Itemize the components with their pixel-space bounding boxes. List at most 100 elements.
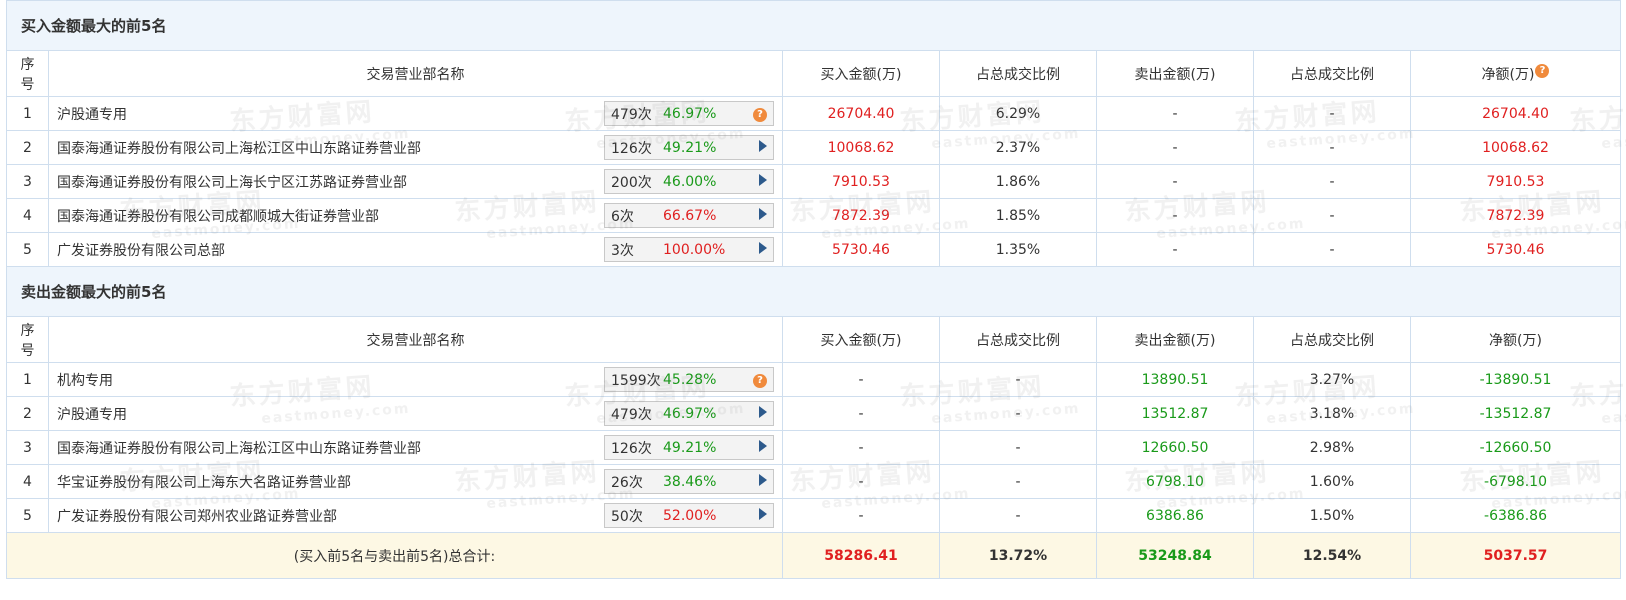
- branch-name[interactable]: 机构专用: [57, 370, 113, 390]
- branch-name[interactable]: 华宝证券股份有限公司上海东大名路证券营业部: [57, 472, 351, 492]
- header-sell-ratio: 占总成交比例: [1253, 50, 1411, 97]
- total-row: (买入前5名与卖出前5名)总合计: 58286.41 13.72% 53248.…: [6, 532, 1622, 579]
- header-sell-ratio: 占总成交比例: [1253, 316, 1411, 363]
- buy-section-title: 买入金额最大的前5名: [5, 0, 1622, 51]
- total-sell: 53248.84: [1096, 532, 1254, 579]
- branch-stats-badge[interactable]: 3次 100.00%: [604, 237, 774, 262]
- win-rate: 45.28%: [663, 371, 717, 388]
- total-net: 5037.57: [1409, 532, 1622, 579]
- branch-cell: 华宝证券股份有限公司上海东大名路证券营业部 26次 38.46%: [48, 464, 783, 499]
- header-name: 交易营业部名称: [48, 316, 783, 363]
- branch-name[interactable]: 国泰海通证券股份有限公司成都顺城大街证券营业部: [57, 206, 379, 226]
- question-icon[interactable]: ?: [1535, 63, 1550, 78]
- net-amount: 7872.39: [1409, 198, 1622, 233]
- badge-icon-wrap[interactable]: [759, 507, 767, 524]
- arrow-right-icon[interactable]: [759, 173, 767, 186]
- branch-stats-badge[interactable]: 126次 49.21%: [604, 135, 774, 160]
- badge-icon-wrap[interactable]: ?: [753, 105, 767, 122]
- branch-name[interactable]: 国泰海通证券股份有限公司上海松江区中山东路证券营业部: [57, 438, 421, 458]
- question-icon[interactable]: ?: [753, 374, 767, 388]
- header-name: 交易营业部名称: [48, 50, 783, 97]
- branch-stats-badge[interactable]: 26次 38.46%: [604, 469, 774, 494]
- sell-section: 卖出金额最大的前5名 序号 交易营业部名称 买入金额(万) 占总成交比例 卖出金…: [5, 266, 1622, 533]
- buy-amount: -: [782, 362, 940, 397]
- branch-stats-badge[interactable]: 479次 46.97%?: [604, 101, 774, 126]
- branch-stats-badge[interactable]: 1599次 45.28%?: [604, 367, 774, 392]
- badge-icon-wrap[interactable]: [759, 139, 767, 156]
- branch-stats-badge[interactable]: 200次 46.00%: [604, 169, 774, 194]
- sell-ratio: 1.50%: [1253, 498, 1411, 533]
- badge-icon-wrap[interactable]: [759, 241, 767, 258]
- arrow-right-icon[interactable]: [759, 405, 767, 418]
- row-no: 1: [6, 96, 49, 131]
- table-row: 4 国泰海通证券股份有限公司成都顺城大街证券营业部 6次 66.67% 7872.39 1…: [6, 198, 1622, 233]
- branch-name[interactable]: 广发证券股份有限公司总部: [57, 240, 225, 260]
- badge-icon-wrap[interactable]: [759, 439, 767, 456]
- trade-count: 50次: [611, 508, 643, 525]
- branch-name[interactable]: 广发证券股份有限公司郑州农业路证券营业部: [57, 506, 337, 526]
- table-row: 2 沪股通专用 479次 46.97% - -13512.87 3.18% -13512.87: [6, 396, 1622, 431]
- buy-amount: -: [782, 430, 940, 465]
- badge-icon-wrap[interactable]: [759, 207, 767, 224]
- badge-icon-wrap[interactable]: ?: [753, 371, 767, 388]
- sell-ratio: 2.98%: [1253, 430, 1411, 465]
- row-no: 3: [6, 164, 49, 199]
- buy-ratio: -: [939, 362, 1097, 397]
- branch-name[interactable]: 沪股通专用: [57, 404, 127, 424]
- arrow-right-icon[interactable]: [759, 241, 767, 254]
- sell-ratio: 3.27%: [1253, 362, 1411, 397]
- table-row: 3 国泰海通证券股份有限公司上海长宁区江苏路证券营业部 200次 46.00% 7910…: [6, 164, 1622, 199]
- trade-count: 126次: [611, 140, 652, 157]
- arrow-right-icon[interactable]: [759, 207, 767, 220]
- branch-name[interactable]: 沪股通专用: [57, 104, 127, 124]
- branch-stats-badge[interactable]: 479次 46.97%: [604, 401, 774, 426]
- sell-amount: -: [1096, 198, 1254, 233]
- sell-amount: 12660.50: [1096, 430, 1254, 465]
- badge-icon-wrap[interactable]: [759, 173, 767, 190]
- branch-cell-wrap: 国泰海通证券股份有限公司上海长宁区江苏路证券营业部 200次 46.00%: [57, 169, 774, 194]
- buy-ratio: 1.85%: [939, 198, 1097, 233]
- total-buy: 58286.41: [782, 532, 940, 579]
- badge-icon-wrap[interactable]: [759, 473, 767, 490]
- branch-stats-badge[interactable]: 6次 66.67%: [604, 203, 774, 228]
- sell-section-title: 卖出金额最大的前5名: [5, 266, 1622, 317]
- branch-name[interactable]: 国泰海通证券股份有限公司上海松江区中山东路证券营业部: [57, 138, 421, 158]
- arrow-right-icon[interactable]: [759, 507, 767, 520]
- branch-cell-wrap: 国泰海通证券股份有限公司上海松江区中山东路证券营业部 126次 49.21%: [57, 435, 774, 460]
- win-rate: 49.21%: [663, 439, 717, 456]
- arrow-right-icon[interactable]: [759, 439, 767, 452]
- branch-cell: 国泰海通证券股份有限公司成都顺城大街证券营业部 6次 66.67%: [48, 198, 783, 233]
- net-amount: -13890.51: [1409, 362, 1622, 397]
- buy-amount: -: [782, 498, 940, 533]
- net-amount: -12660.50: [1409, 430, 1622, 465]
- table-row: 5 广发证券股份有限公司郑州农业路证券营业部 50次 52.00% - -6386.86 1…: [6, 498, 1622, 533]
- branch-cell-wrap: 机构专用 1599次 45.28%?: [57, 367, 774, 392]
- buy-amount: 26704.40: [782, 96, 940, 131]
- trade-count: 1599次: [611, 372, 661, 389]
- branch-stats-badge[interactable]: 126次 49.21%: [604, 435, 774, 460]
- buy-amount: -: [782, 396, 940, 431]
- row-no: 2: [6, 130, 49, 165]
- buy-amount: 7872.39: [782, 198, 940, 233]
- win-rate: 46.97%: [663, 105, 717, 122]
- win-rate: 46.97%: [663, 405, 717, 422]
- badge-icon-wrap[interactable]: [759, 405, 767, 422]
- trade-count: 6次: [611, 208, 634, 225]
- branch-stats-badge[interactable]: 50次 52.00%: [604, 503, 774, 528]
- sell-ratio: -: [1253, 198, 1411, 233]
- header-buy-amount: 买入金额(万): [782, 316, 940, 363]
- header-buy-ratio: 占总成交比例: [939, 50, 1097, 97]
- win-rate: 66.67%: [663, 207, 717, 224]
- row-no: 4: [6, 198, 49, 233]
- row-no: 4: [6, 464, 49, 499]
- arrow-right-icon[interactable]: [759, 139, 767, 152]
- arrow-right-icon[interactable]: [759, 473, 767, 486]
- branch-name[interactable]: 国泰海通证券股份有限公司上海长宁区江苏路证券营业部: [57, 172, 407, 192]
- win-rate: 38.46%: [663, 473, 717, 490]
- header-net: 净额(万)?: [1409, 50, 1622, 97]
- buy-ratio: 1.35%: [939, 232, 1097, 267]
- question-icon[interactable]: ?: [753, 108, 767, 122]
- trade-count: 200次: [611, 174, 652, 191]
- win-rate: 46.00%: [663, 173, 717, 190]
- buy-amount: 5730.46: [782, 232, 940, 267]
